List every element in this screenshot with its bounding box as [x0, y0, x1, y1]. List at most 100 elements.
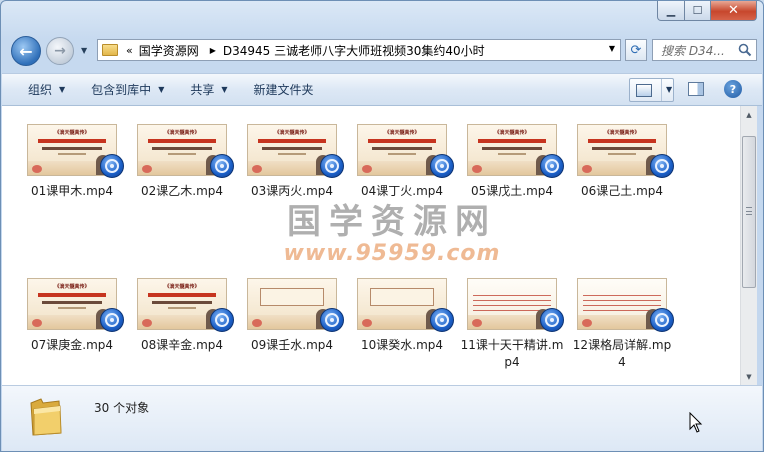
file-item[interactable]: 10课癸水.mp4	[350, 278, 454, 354]
film-reel-icon	[545, 313, 559, 327]
organize-label: 组织	[28, 83, 53, 97]
video-file-icon	[100, 308, 124, 332]
item-count: 30 个对象	[94, 401, 150, 415]
file-name: 10课癸水.mp4	[360, 338, 444, 352]
back-arrow-icon: ←	[19, 41, 33, 61]
breadcrumb-segment[interactable]: 国学资源网	[139, 42, 199, 59]
change-view-button[interactable]: ▼	[629, 78, 674, 102]
file-name: 05课戊土.mp4	[470, 184, 554, 198]
file-name: 02课乙木.mp4	[140, 184, 224, 198]
vertical-scrollbar[interactable]: ▲ ▼	[740, 106, 757, 385]
film-reel-icon	[105, 159, 119, 173]
view-icon	[636, 83, 652, 97]
address-overflow-button[interactable]: «	[126, 44, 133, 57]
thumbnail-decoration	[498, 153, 526, 155]
organize-menu[interactable]: 组织 ▼	[28, 81, 65, 98]
video-file-icon	[210, 308, 234, 332]
video-file-icon	[210, 154, 234, 178]
file-name: 12课格局详解.mp4	[572, 338, 672, 369]
recent-pages-button[interactable]: ▼	[81, 46, 87, 55]
share-label: 共享	[190, 83, 215, 97]
view-options-dropdown[interactable]: ▼	[661, 79, 672, 101]
thumbnail-decoration	[362, 165, 372, 173]
command-bar: 组织 ▼ 包含到库中 ▼ 共享 ▼ 新建文件夹 ▼ ?	[2, 73, 762, 106]
thumbnail-decoration	[472, 165, 482, 173]
thumbnail-title: 《滴天髓真传》	[164, 284, 200, 290]
file-item[interactable]: 《滴天髓真传》 01课甲木.mp4	[20, 124, 124, 200]
video-file-icon	[540, 308, 564, 332]
close-button[interactable]: ✕	[711, 1, 757, 21]
back-button[interactable]: ←	[11, 36, 41, 66]
file-name: 07课庚金.mp4	[30, 338, 114, 352]
thumbnail-decoration	[582, 319, 592, 327]
thumbnail-decoration	[148, 139, 216, 143]
thumbnail-title: 《滴天髓真传》	[54, 284, 90, 290]
file-item[interactable]: 《滴天髓真传》 08课辛金.mp4	[130, 278, 234, 354]
mouse-cursor-icon	[689, 412, 703, 433]
help-icon[interactable]: ?	[724, 80, 742, 98]
file-name: 11课十天干精讲.mp4	[460, 338, 564, 369]
include-library-menu[interactable]: 包含到库中 ▼	[91, 81, 164, 98]
new-folder-button[interactable]: 新建文件夹	[254, 81, 314, 98]
preview-pane-icon[interactable]	[688, 82, 704, 96]
video-file-icon	[100, 154, 124, 178]
folder-icon	[30, 398, 62, 436]
film-reel-icon	[435, 313, 449, 327]
file-item[interactable]: 《滴天髓真传》 06课己土.mp4	[570, 124, 674, 200]
file-item[interactable]: 《滴天髓真传》 03课丙火.mp4	[240, 124, 344, 200]
thumbnail-decoration	[58, 307, 86, 309]
video-file-icon	[320, 308, 344, 332]
thumbnail-decoration	[372, 147, 432, 150]
thumbnail-decoration	[32, 165, 42, 173]
maximize-button[interactable]: ☐	[685, 1, 711, 21]
thumbnail-decoration	[588, 139, 656, 143]
film-reel-icon	[325, 313, 339, 327]
thumbnail-decoration	[32, 319, 42, 327]
thumbnail-decoration	[362, 319, 372, 327]
thumbnail-title: 《滴天髓真传》	[274, 130, 310, 136]
search-icon[interactable]	[738, 43, 752, 57]
thumbnail-decoration	[260, 288, 324, 306]
thumbnail-decoration	[42, 301, 102, 304]
file-list[interactable]: 国学资源网 www.95959.com 《滴天髓真传》 01课甲木.mp4 《滴天髓…	[2, 106, 740, 385]
scroll-up-button[interactable]: ▲	[741, 106, 757, 123]
film-reel-icon	[325, 159, 339, 173]
video-file-icon	[430, 308, 454, 332]
minimize-button[interactable]: ▁	[657, 1, 685, 21]
breadcrumb-chevron-icon[interactable]: ▶	[210, 46, 216, 55]
film-reel-icon	[435, 159, 449, 173]
thumbnail-decoration	[38, 139, 106, 143]
forward-button[interactable]: →	[46, 37, 74, 65]
refresh-icon: ⟳	[630, 42, 642, 58]
video-file-icon	[650, 308, 674, 332]
breadcrumb-segment[interactable]: D34945 三诚老师八字大师班视频30集约40小时	[223, 42, 485, 59]
film-reel-icon	[655, 159, 669, 173]
caption-buttons: ▁ ☐ ✕	[657, 1, 757, 21]
thumbnail-decoration	[592, 147, 652, 150]
file-item[interactable]: 11课十天干精讲.mp4	[460, 278, 564, 371]
address-dropdown-button[interactable]: ▼	[609, 44, 615, 53]
file-name: 08课辛金.mp4	[140, 338, 224, 352]
explorer-window: ▁ ☐ ✕ ← → ▼ « 国学资源网 ▶ D34945 三诚老师八字大师班视频…	[0, 0, 764, 452]
film-reel-icon	[655, 313, 669, 327]
scroll-down-button[interactable]: ▼	[741, 368, 757, 385]
film-reel-icon	[215, 159, 229, 173]
refresh-button[interactable]: ⟳	[625, 39, 647, 61]
thumbnail-title: 《滴天髓真传》	[164, 130, 200, 136]
grip-icon	[746, 207, 752, 215]
file-item[interactable]: 《滴天髓真传》 07课庚金.mp4	[20, 278, 124, 354]
video-file-icon	[540, 154, 564, 178]
address-bar[interactable]: « 国学资源网 ▶ D34945 三诚老师八字大师班视频30集约40小时 ▼	[97, 39, 621, 61]
file-item[interactable]: 09课壬水.mp4	[240, 278, 344, 354]
file-item[interactable]: 12课格局详解.mp4	[570, 278, 674, 371]
thumbnail-decoration	[262, 147, 322, 150]
share-menu[interactable]: 共享 ▼	[190, 81, 227, 98]
film-reel-icon	[105, 313, 119, 327]
search-input[interactable]: 搜索 D34...	[652, 39, 757, 61]
thumbnail-decoration	[168, 307, 196, 309]
file-item[interactable]: 《滴天髓真传》 04课丁火.mp4	[350, 124, 454, 200]
file-item[interactable]: 《滴天髓真传》 05课戊土.mp4	[460, 124, 564, 200]
thumbnail-decoration	[168, 153, 196, 155]
scrollbar-thumb[interactable]	[742, 136, 756, 288]
file-item[interactable]: 《滴天髓真传》 02课乙木.mp4	[130, 124, 234, 200]
